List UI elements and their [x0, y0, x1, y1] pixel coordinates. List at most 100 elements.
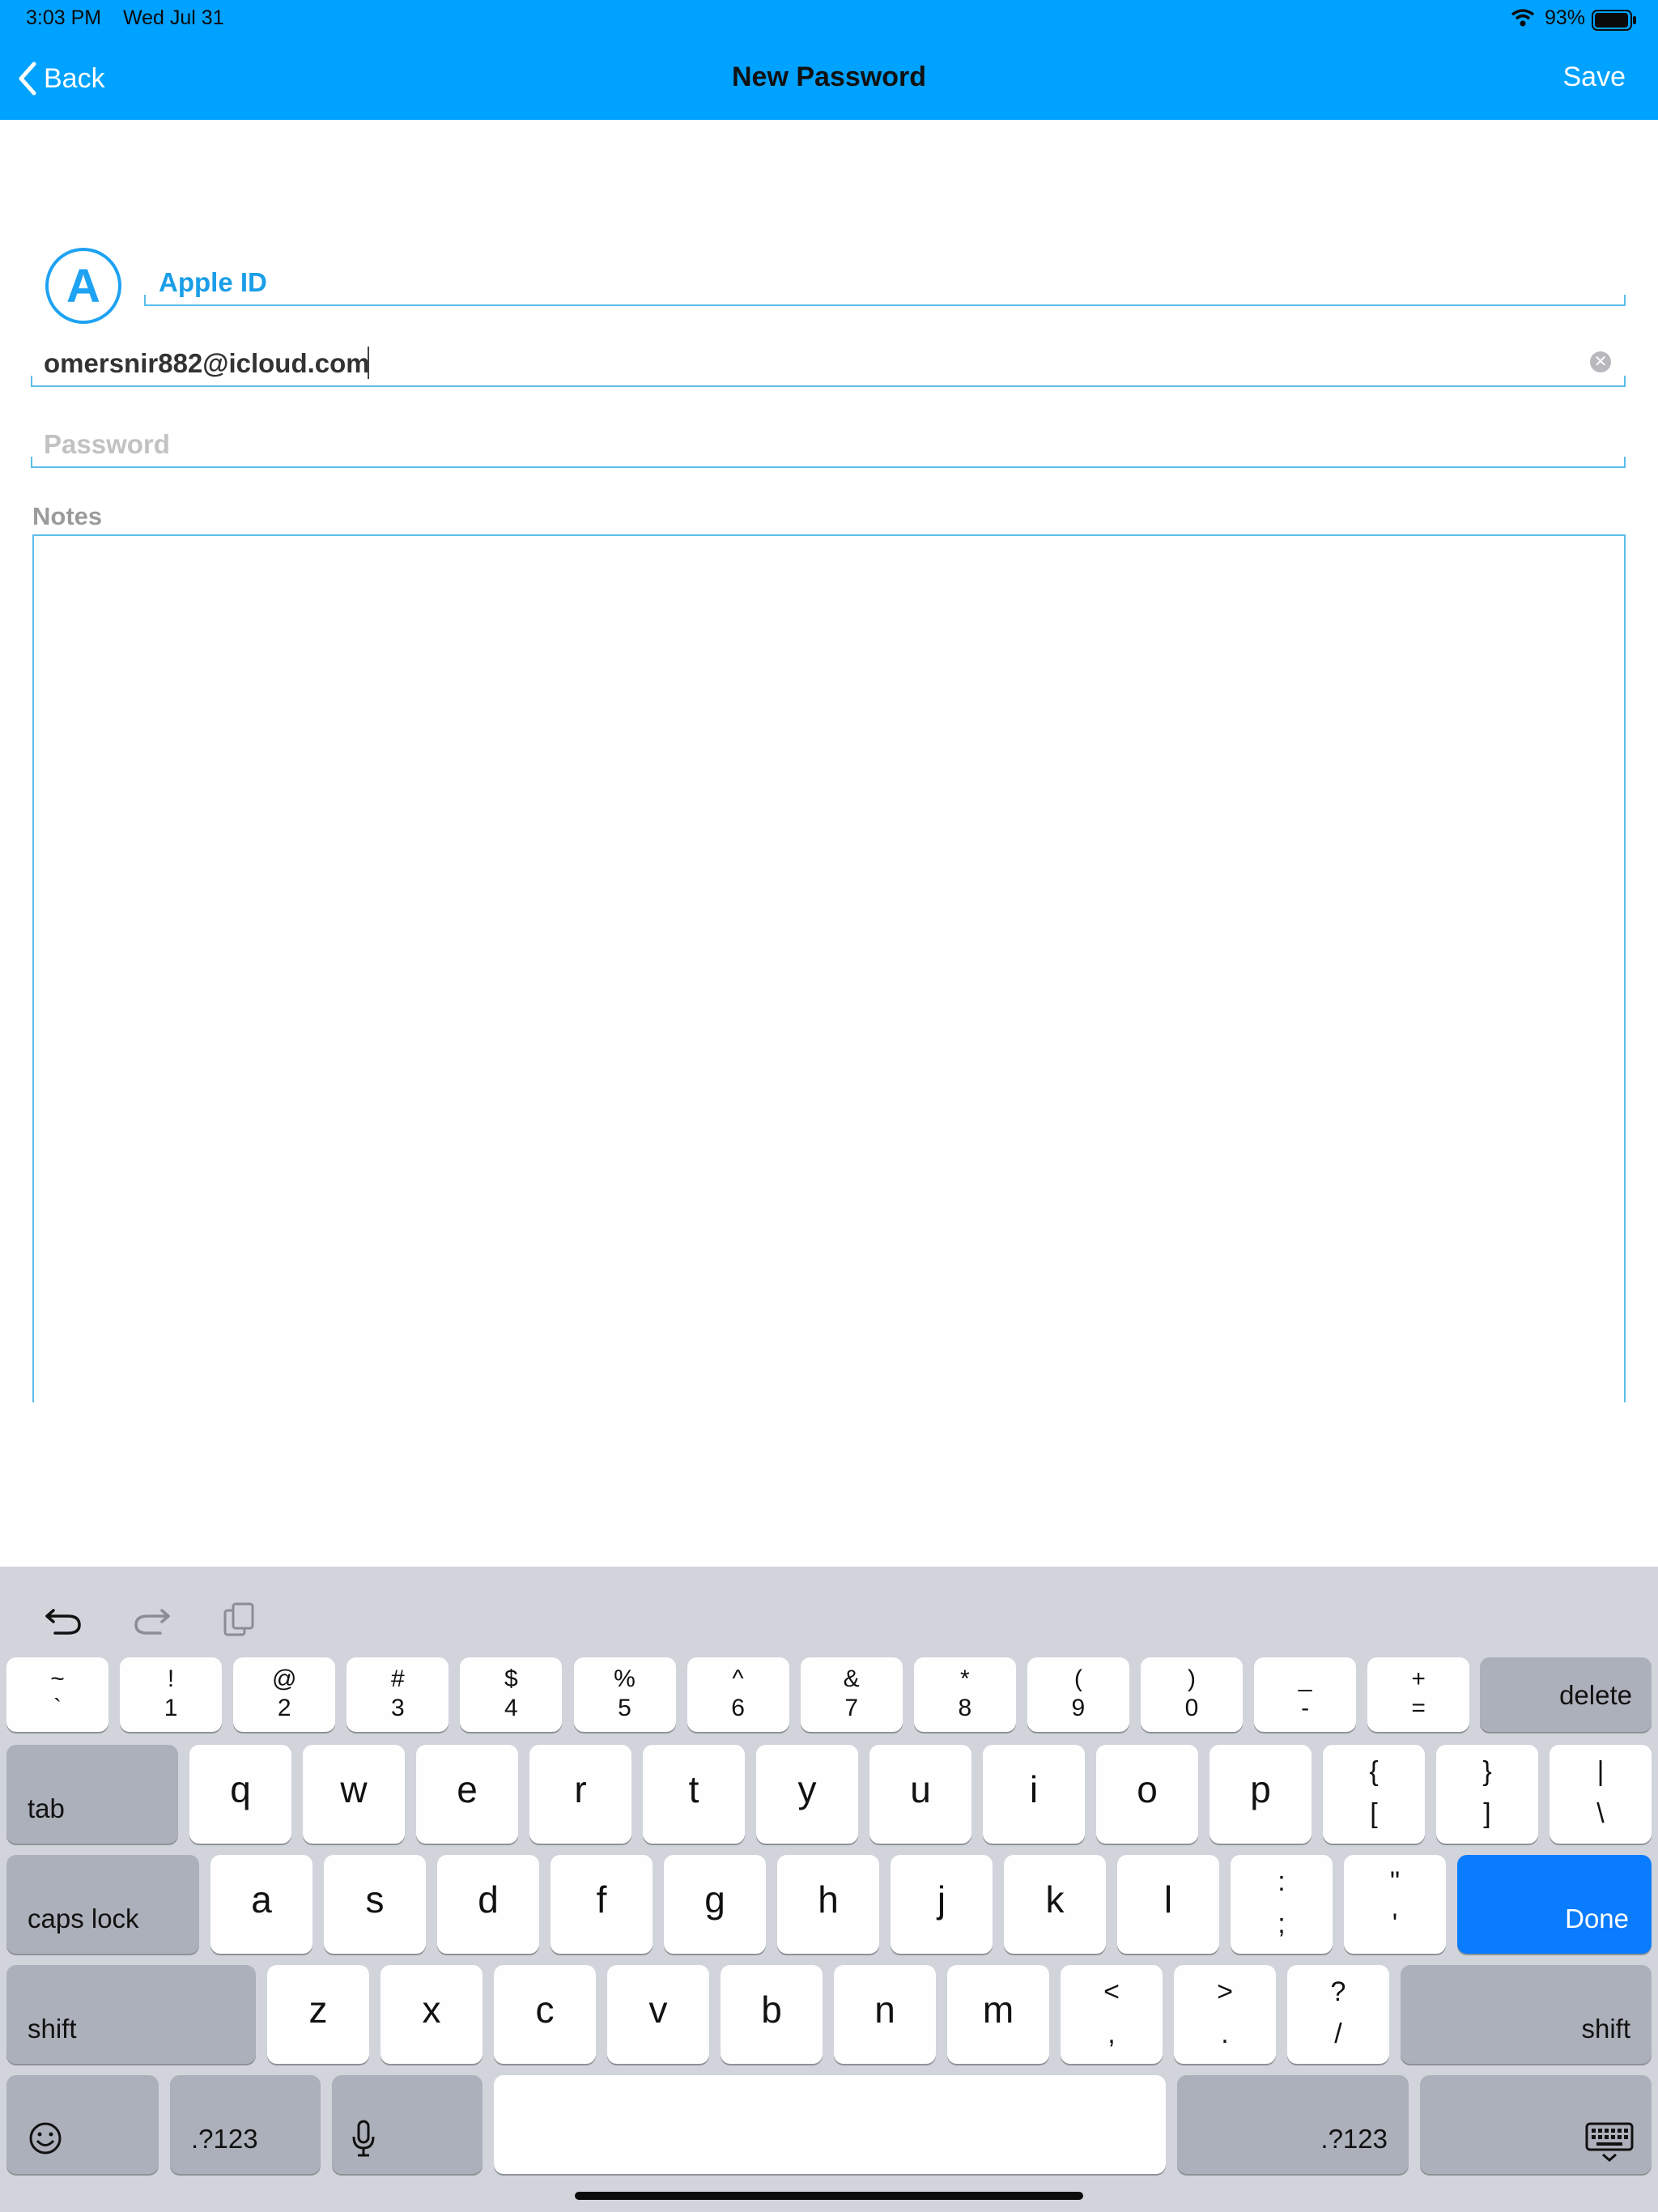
key-punct-1[interactable]: " ' [1344, 1855, 1446, 1954]
emoji-key[interactable] [6, 2075, 159, 2174]
key-shift-symbol: ! [167, 1665, 175, 1692]
key-n[interactable]: n [834, 1965, 936, 2064]
key-letter: e [457, 1768, 478, 1810]
key-=[interactable]: + = [1367, 1657, 1470, 1732]
clear-icon[interactable]: ✕ [1590, 351, 1611, 372]
key-`[interactable]: ~ ` [6, 1657, 108, 1732]
key-4[interactable]: $4 [460, 1657, 563, 1732]
key-letter: a [251, 1878, 272, 1921]
undo-icon[interactable] [44, 1599, 84, 1640]
paste-icon[interactable] [220, 1599, 261, 1640]
key-q[interactable]: q [189, 1745, 291, 1844]
key-5[interactable]: % 5 [573, 1657, 676, 1732]
delete-key[interactable]: delete [1480, 1657, 1652, 1732]
key-o[interactable]: o [1096, 1745, 1198, 1844]
key-9[interactable]: (9 [1027, 1657, 1129, 1732]
key-x[interactable]: x [380, 1965, 483, 2064]
shift-right-key[interactable]: shift [1401, 1965, 1652, 2064]
key-letter: r [574, 1768, 587, 1810]
numbers-label: .?123 [191, 2124, 258, 2154]
title-field[interactable]: Apple ID [144, 261, 1626, 306]
numbers-key-right[interactable]: .?123 [1177, 2075, 1409, 2174]
key--[interactable]: _ - [1254, 1657, 1357, 1732]
done-label: Done [1565, 1904, 1629, 1933]
key-shift-symbol: & [843, 1665, 860, 1692]
dictation-key[interactable] [332, 2075, 483, 2174]
key-k[interactable]: k [1004, 1855, 1106, 1954]
key-symbol: ] [1483, 1798, 1491, 1829]
key-[[interactable]: {[ [1323, 1745, 1425, 1844]
key-f[interactable]: f [551, 1855, 653, 1954]
key-b[interactable]: b [721, 1965, 823, 2064]
key-8[interactable]: * 8 [913, 1657, 1016, 1732]
key-letter: y [797, 1768, 817, 1810]
key-z[interactable]: z [267, 1965, 369, 2064]
caps-lock-key[interactable]: caps lock [6, 1855, 199, 1954]
key-u[interactable]: u [869, 1745, 971, 1844]
key-shift-symbol: " [1389, 1866, 1401, 1897]
key-h[interactable]: h [777, 1855, 879, 1954]
key-symbol: = [1411, 1695, 1426, 1721]
key-punct-0[interactable]: :; [1231, 1855, 1333, 1954]
key-d[interactable]: d [437, 1855, 539, 1954]
key-letter: u [910, 1768, 931, 1810]
key-punct-row4-2[interactable]: ? / [1287, 1965, 1389, 2064]
battery-icon [1592, 10, 1637, 35]
key-0[interactable]: ) 0 [1141, 1657, 1243, 1732]
password-field[interactable]: Password [31, 423, 1626, 468]
key-s[interactable]: s [324, 1855, 426, 1954]
key-l[interactable]: l [1117, 1855, 1219, 1954]
emoji-icon [29, 2122, 62, 2155]
tab-key[interactable]: tab [6, 1745, 178, 1844]
key-punct-row4-1[interactable]: >. [1174, 1965, 1276, 2064]
key-shift-symbol: > [1217, 1976, 1233, 2007]
key-shift-symbol: ? [1330, 1976, 1346, 2007]
key-7[interactable]: & 7 [800, 1657, 903, 1732]
key-punct-row4-0[interactable]: <, [1061, 1965, 1163, 2064]
key-letter: p [1250, 1768, 1271, 1810]
key-letter: g [704, 1878, 725, 1921]
key-letter: d [478, 1878, 499, 1921]
key-symbol: 0 [1184, 1695, 1199, 1721]
key-symbol: / [1334, 2018, 1342, 2049]
key-j[interactable]: j [891, 1855, 993, 1954]
numbers-key-left[interactable]: .?123 [170, 2075, 321, 2174]
key-i[interactable]: i [983, 1745, 1085, 1844]
key-2[interactable]: @2 [233, 1657, 336, 1732]
key-c[interactable]: c [494, 1965, 596, 2064]
save-button[interactable]: Save [1563, 62, 1626, 93]
key-g[interactable]: g [664, 1855, 766, 1954]
key-1[interactable]: ! 1 [120, 1657, 223, 1732]
key-v[interactable]: v [607, 1965, 709, 2064]
space-key[interactable] [494, 2075, 1166, 2174]
key-a[interactable]: a [210, 1855, 312, 1954]
key-symbol: 5 [618, 1695, 631, 1721]
key-letter: v [648, 1989, 668, 2031]
key-6[interactable]: ^ 6 [687, 1657, 789, 1732]
key-t[interactable]: t [643, 1745, 745, 1844]
key-y[interactable]: y [756, 1745, 858, 1844]
username-field[interactable]: omersnir882@icloud.com ✕ [31, 342, 1626, 387]
notes-textarea[interactable] [32, 534, 1626, 1402]
shift-left-key[interactable]: shift [6, 1965, 256, 2064]
key-shift-symbol: @ [271, 1665, 297, 1692]
key-letter: x [422, 1989, 441, 2031]
numbers-label: .?123 [1320, 2124, 1388, 2154]
key-3[interactable]: #3 [346, 1657, 449, 1732]
caps-lock-label: caps lock [28, 1904, 139, 1933]
redo-icon[interactable] [131, 1599, 172, 1640]
key-r[interactable]: r [529, 1745, 631, 1844]
key-w[interactable]: w [303, 1745, 405, 1844]
shift-label: shift [1581, 2014, 1630, 2044]
key-p[interactable]: p [1209, 1745, 1312, 1844]
key-shift-symbol: < [1103, 1976, 1120, 2007]
key-][interactable]: }] [1436, 1745, 1538, 1844]
key-symbol: ` [53, 1695, 62, 1721]
key-symbol: 4 [504, 1695, 518, 1721]
key-letter: j [937, 1878, 946, 1921]
key-m[interactable]: m [947, 1965, 1049, 2064]
keyboard-dismiss-key[interactable] [1420, 2075, 1652, 2174]
key-e[interactable]: e [416, 1745, 518, 1844]
key-\[interactable]: | \ [1550, 1745, 1652, 1844]
done-key[interactable]: Done [1457, 1855, 1652, 1954]
